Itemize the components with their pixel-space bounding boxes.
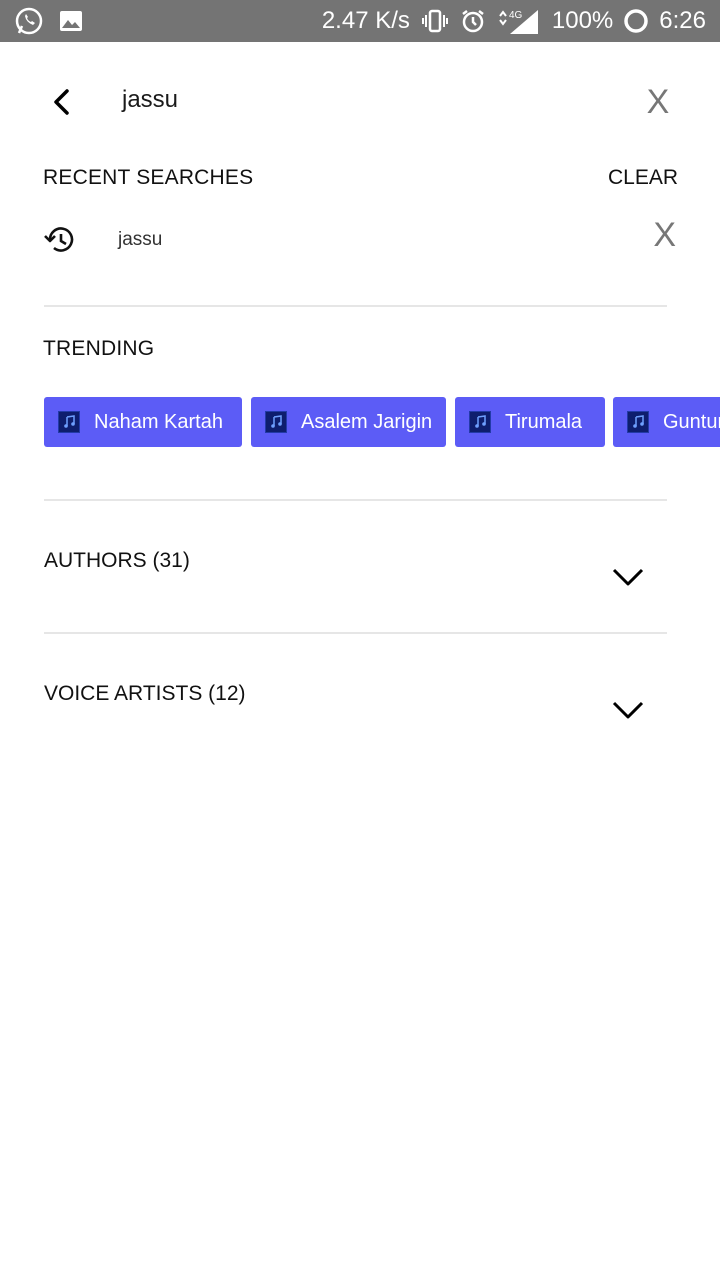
trending-chip[interactable]: Asalem Jarigin [251, 397, 446, 447]
alarm-icon [460, 8, 486, 34]
authors-section[interactable]: AUTHORS (31) [0, 549, 720, 609]
authors-label: AUTHORS (31) [44, 549, 190, 572]
trending-chip-label: Naham Kartah [94, 410, 223, 433]
search-input[interactable]: jassu [122, 86, 178, 114]
music-note-icon [58, 411, 80, 433]
music-note-icon [469, 411, 491, 433]
trending-chip-label: Tirumala [505, 410, 583, 433]
signal-icon: 4G [496, 6, 542, 36]
recent-search-text: jassu [118, 229, 163, 250]
status-bar: 2.47 K/s 4G 100% 6:26 [0, 0, 720, 42]
trending-chip[interactable]: Tirumala [455, 397, 605, 447]
divider [44, 499, 667, 501]
divider [44, 632, 667, 634]
chevron-down-icon [612, 701, 644, 719]
music-note-icon [627, 411, 649, 433]
search-bar: jassu X [0, 70, 720, 134]
clear-recent-button[interactable]: CLEAR [608, 166, 678, 190]
clock: 6:26 [659, 7, 706, 34]
clear-search-button[interactable]: X [636, 80, 680, 124]
voice-artists-label: VOICE ARTISTS (12) [44, 682, 246, 705]
image-icon [58, 8, 84, 34]
status-left [14, 6, 84, 36]
recent-searches-title: RECENT SEARCHES [43, 166, 254, 189]
whatsapp-icon [14, 6, 44, 36]
remove-recent-button[interactable]: X [653, 216, 676, 255]
history-icon [44, 227, 74, 252]
voice-artists-section[interactable]: VOICE ARTISTS (12) [0, 682, 720, 742]
trending-chip-label: Guntur [663, 410, 720, 433]
back-button[interactable] [40, 80, 84, 124]
trending-title: TRENDING [43, 337, 155, 360]
trending-chip[interactable]: Guntur [613, 397, 720, 447]
trending-chip[interactable]: Naham Kartah [44, 397, 242, 447]
trending-chip-label: Asalem Jarigin [301, 410, 433, 433]
network-type: 4G [509, 10, 523, 21]
vibrate-icon [420, 8, 450, 34]
recent-search-item[interactable]: jassu X [0, 214, 720, 266]
net-speed: 2.47 K/s [321, 7, 410, 34]
chevron-down-icon [612, 568, 644, 586]
trending-chips: Naham Kartah Asalem Jarigin Tirumala Gun… [44, 397, 720, 447]
battery-level: 100% [551, 7, 614, 34]
status-right: 2.47 K/s 4G 100% 6:26 [322, 0, 706, 42]
battery-icon [623, 8, 649, 34]
music-note-icon [265, 411, 287, 433]
divider [44, 305, 667, 307]
chevron-left-icon [54, 89, 69, 115]
